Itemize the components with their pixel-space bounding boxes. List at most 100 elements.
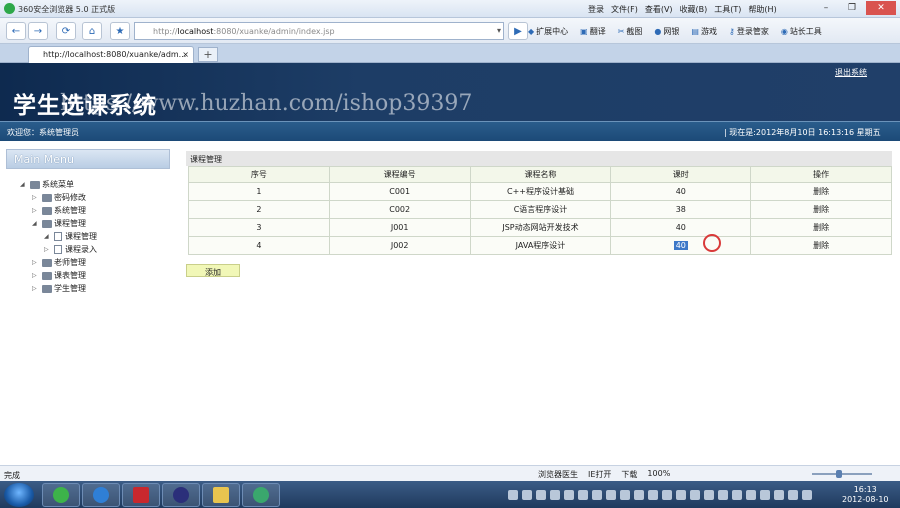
expanded-toggle-icon[interactable]: ◢: [44, 233, 54, 240]
cell-hours: 40: [610, 218, 752, 237]
tray-icon[interactable]: [550, 490, 560, 500]
collapsed-toggle-icon[interactable]: ▷: [32, 272, 42, 279]
menu-view[interactable]: 查看(V): [645, 4, 673, 15]
cell-hours-selected[interactable]: 40: [610, 236, 752, 255]
tray-icon[interactable]: [802, 490, 812, 500]
tab-label: http://localhost:8080/xuanke/adm...: [43, 50, 187, 59]
tree-node-course-entry[interactable]: ▷ 课程录入: [20, 243, 170, 256]
add-course-button[interactable]: 添加: [186, 264, 240, 277]
tray-icon[interactable]: [704, 490, 714, 500]
tray-icon[interactable]: [522, 490, 532, 500]
tree-node-course-admin[interactable]: ◢ 课程管理: [20, 217, 170, 230]
tray-icon[interactable]: [732, 490, 742, 500]
delete-link[interactable]: 删除: [750, 236, 892, 255]
tree-node-system-admin[interactable]: ▷ 系统管理: [20, 204, 170, 217]
delete-link[interactable]: 删除: [750, 182, 892, 201]
tree-node-schedule-admin[interactable]: ▷ 课表管理: [20, 269, 170, 282]
expanded-toggle-icon[interactable]: ◢: [20, 181, 30, 188]
tool-translate[interactable]: ▣ 翻译: [580, 26, 606, 37]
clock-time: 16:13: [853, 485, 877, 494]
tree-node-password[interactable]: ▷ 密码修改: [20, 191, 170, 204]
tray-icon[interactable]: [746, 490, 756, 500]
tool-login-manager[interactable]: ⚷ 登录管家: [729, 26, 769, 37]
tray-icon[interactable]: [578, 490, 588, 500]
tool-games[interactable]: ▤ 游戏: [691, 26, 717, 37]
menu-login[interactable]: 登录: [588, 4, 604, 15]
ie-open-button[interactable]: IE打开: [588, 469, 611, 480]
tray-icon[interactable]: [760, 490, 770, 500]
menu-help[interactable]: 帮助(H): [748, 4, 776, 15]
tool-bank[interactable]: ● 网银: [654, 26, 679, 37]
forward-icon[interactable]: →: [28, 22, 48, 40]
collapsed-toggle-icon[interactable]: ▷: [32, 194, 42, 201]
taskbar-ie[interactable]: [82, 483, 120, 507]
tray-icon[interactable]: [648, 490, 658, 500]
taskbar-360-browser[interactable]: [42, 483, 80, 507]
home-icon[interactable]: ⌂: [82, 22, 102, 40]
cell-course-name: C++程序设计基础: [469, 182, 612, 201]
new-tab-icon[interactable]: +: [198, 47, 218, 62]
download-button[interactable]: 下载: [621, 469, 637, 480]
chevron-down-icon[interactable]: ▾: [497, 26, 501, 35]
tray-icon[interactable]: [634, 490, 644, 500]
delete-link[interactable]: 删除: [750, 200, 892, 219]
tab-active[interactable]: http://localhost:8080/xuanke/adm... ×: [28, 46, 194, 63]
tool-extensions[interactable]: ◆ 扩展中心: [528, 26, 568, 37]
close-window-icon[interactable]: ✕: [866, 1, 896, 15]
tray-icon[interactable]: [676, 490, 686, 500]
logout-link[interactable]: 退出系统: [835, 67, 867, 78]
go-icon[interactable]: ▶: [508, 22, 528, 40]
tray-icon[interactable]: [508, 490, 518, 500]
app-icon: [253, 487, 269, 503]
tray-icon[interactable]: [536, 490, 546, 500]
folder-open-icon: [42, 219, 52, 228]
tray-icon[interactable]: [564, 490, 574, 500]
minimize-icon[interactable]: –: [814, 1, 838, 15]
tool-screenshot[interactable]: ✂ 截图: [618, 26, 643, 37]
welcome-text: 欢迎您：系统管理员: [7, 128, 79, 137]
zoom-slider[interactable]: [812, 470, 872, 478]
tab-close-icon[interactable]: ×: [182, 50, 189, 59]
taskbar-app[interactable]: [242, 483, 280, 507]
address-bar[interactable]: http://localhost:8080/xuanke/admin/index…: [134, 22, 504, 40]
tray-icon[interactable]: [606, 490, 616, 500]
collapsed-toggle-icon[interactable]: ▷: [32, 285, 42, 292]
tree-node-student-admin[interactable]: ▷ 学生管理: [20, 282, 170, 295]
tree-node-teacher-admin[interactable]: ▷ 老师管理: [20, 256, 170, 269]
taskbar-toolbox[interactable]: [122, 483, 160, 507]
back-icon[interactable]: ←: [6, 22, 26, 40]
tree-node-label: 老师管理: [54, 258, 86, 267]
tray-icon[interactable]: [690, 490, 700, 500]
tray-icon[interactable]: [662, 490, 672, 500]
taskbar-clock[interactable]: 16:13 2012-08-10: [842, 485, 889, 505]
expanded-toggle-icon[interactable]: ◢: [32, 220, 42, 227]
browser-doctor-button[interactable]: 浏览器医生: [538, 469, 578, 480]
refresh-icon[interactable]: ⟳: [56, 22, 76, 40]
tray-icon[interactable]: [774, 490, 784, 500]
menu-tools[interactable]: 工具(T): [714, 4, 741, 15]
collapsed-toggle-icon[interactable]: ▷: [32, 259, 42, 266]
tool-webmaster[interactable]: ◉ 站长工具: [781, 26, 822, 37]
collapsed-toggle-icon[interactable]: ▷: [44, 246, 54, 253]
tray-icon[interactable]: [718, 490, 728, 500]
tree-node-system-menu[interactable]: ◢ 系统菜单: [20, 178, 170, 191]
tree-node-course-manage[interactable]: ◢ 课程管理: [20, 230, 170, 243]
menu-favorites[interactable]: 收藏(B): [680, 4, 708, 15]
menu-file[interactable]: 文件(F): [611, 4, 638, 15]
folder-icon: [30, 180, 40, 189]
taskbar-eclipse[interactable]: [162, 483, 200, 507]
favorite-star-icon[interactable]: ★: [110, 22, 130, 40]
zoom-level[interactable]: 100%: [647, 469, 670, 480]
collapsed-toggle-icon[interactable]: ▷: [32, 207, 42, 214]
delete-link[interactable]: 删除: [750, 218, 892, 237]
browser-toolbar: ◆ 扩展中心 ▣ 翻译 ✂ 截图 ● 网银 ▤ 游戏 ⚷ 登录管家 ◉ 站长工具: [528, 26, 822, 37]
browser-status-bar: 完成 浏览器医生 IE打开 下载 100%: [0, 465, 900, 481]
browser-title: 360安全浏览器 5.0 正式版: [18, 5, 116, 14]
tray-icon[interactable]: [620, 490, 630, 500]
restore-icon[interactable]: ❐: [840, 1, 864, 15]
tray-icon[interactable]: [592, 490, 602, 500]
zoom-slider-handle[interactable]: [836, 470, 842, 478]
taskbar-explorer[interactable]: [202, 483, 240, 507]
start-button[interactable]: [4, 483, 34, 507]
tray-icon[interactable]: [788, 490, 798, 500]
